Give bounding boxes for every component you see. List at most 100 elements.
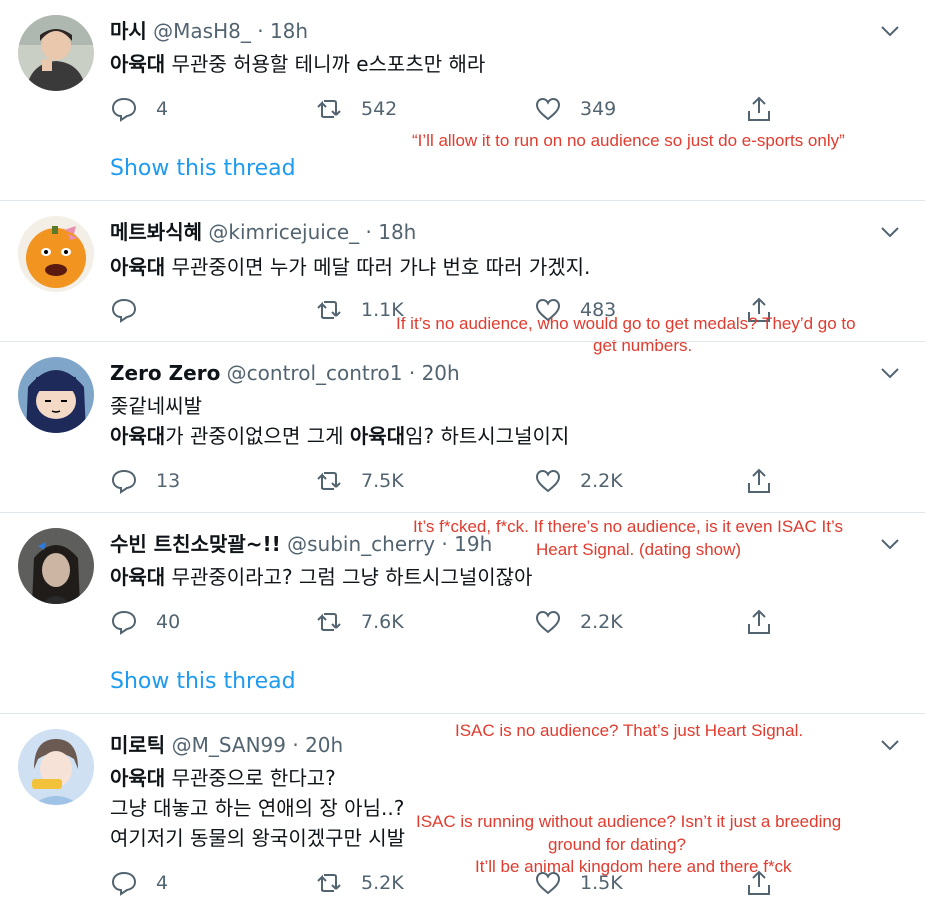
user-handle[interactable]: @kimricejuice_ — [208, 220, 359, 244]
like-button[interactable]: 2.2K — [534, 607, 623, 637]
tweet-3[interactable]: Zero Zero @control_contro1 · 20h 좆같네씨발 아… — [0, 342, 925, 512]
tweet-text-line-2: 그냥 대놓고 하는 연애의 장 아님..? — [110, 796, 405, 820]
chevron-down-icon[interactable] — [879, 533, 901, 555]
tweet-text-line-3: 여기저기 동물의 왕국이겠구만 시발 — [110, 826, 406, 850]
text-rest: 무관중으로 한다고? — [165, 766, 336, 790]
text-bold: 아육대 — [110, 766, 166, 790]
tweet-text-line-1: 아육대 무관중으로 한다고? — [110, 762, 336, 794]
tweet-text: 아육대 무관중이라고? 그럼 그냥 하트시그널이잖아 — [110, 561, 532, 593]
avatar[interactable] — [18, 528, 94, 604]
reply-button[interactable] — [110, 295, 156, 325]
timestamp[interactable]: 18h — [378, 220, 416, 244]
like-count: 2.2K — [580, 470, 623, 492]
retweet-button[interactable]: 1.1K — [315, 295, 404, 325]
translation-note: “I’ll allow it to run on no audience so … — [412, 131, 845, 150]
user-handle[interactable]: @control_contro1 — [227, 361, 403, 385]
translation-note: ISAC is no audience? That’s just Heart S… — [455, 721, 804, 740]
translation-note-line-3: It’ll be animal kingdom here and there f… — [475, 857, 792, 876]
reply-count: 13 — [156, 470, 181, 492]
share-button[interactable] — [745, 94, 773, 124]
chevron-down-icon[interactable] — [879, 20, 901, 42]
retweet-icon — [317, 472, 341, 490]
tweet-actions: 4 542 349 — [110, 94, 790, 124]
avatar[interactable] — [18, 357, 94, 433]
translation-note-line-1: ISAC is running without audience? Isn’t … — [416, 812, 842, 831]
translation-note-line-1: It’s f*cked, f*ck. If there’s no audienc… — [413, 517, 843, 536]
tweet-4[interactable]: 수빈 트친소맞괄~!! @subin_cherry · 19h 아육대 무관중이… — [0, 513, 925, 713]
share-button[interactable] — [745, 607, 773, 637]
tweet-1[interactable]: 마시 @MasH8_ · 18h 아육대 무관중 허용할 테니까 e스포츠만 해… — [0, 0, 925, 200]
avatar[interactable] — [18, 216, 94, 292]
avatar[interactable] — [18, 729, 94, 805]
share-icon — [748, 96, 770, 121]
retweet-count: 542 — [361, 98, 398, 120]
timestamp[interactable]: 20h — [305, 733, 343, 757]
text-end: 임? 하트시그널이지 — [405, 424, 570, 448]
translation-note-line-2: Heart Signal. (dating show) — [536, 540, 742, 559]
retweet-button[interactable]: 7.5K — [315, 466, 404, 496]
tweet-text: 아육대 무관중 허용할 테니까 e스포츠만 해라 — [110, 48, 485, 80]
reply-count: 40 — [156, 611, 181, 633]
avatar[interactable] — [18, 15, 94, 91]
reply-count: 4 — [156, 98, 169, 120]
reply-button[interactable]: 13 — [110, 466, 180, 496]
user-handle[interactable]: @M_SAN99 — [172, 733, 286, 757]
chevron-down-icon[interactable] — [879, 221, 901, 243]
like-button[interactable]: 2.2K — [534, 466, 623, 496]
text-rest: 무관중이라고? 그럼 그냥 하트시그널이잖아 — [165, 565, 533, 589]
like-count: 349 — [580, 98, 617, 120]
reply-button[interactable]: 4 — [110, 94, 168, 124]
retweet-icon — [317, 874, 341, 892]
separator-dot: · — [257, 19, 264, 43]
retweet-button[interactable]: 542 — [315, 94, 397, 124]
timestamp[interactable]: 20h — [422, 361, 460, 385]
timestamp[interactable]: 18h — [270, 19, 308, 43]
reply-count: 4 — [156, 872, 169, 894]
share-button[interactable] — [745, 466, 773, 496]
tweet-header: 메트봐식혜 @kimricejuice_ · 18h — [110, 217, 416, 247]
separator-dot: · — [408, 361, 416, 385]
text-bold: 아육대 — [110, 52, 166, 76]
display-name[interactable]: 마시 — [110, 19, 147, 43]
reply-button[interactable]: 4 — [110, 868, 168, 898]
tweet-2[interactable]: 메트봐식혜 @kimricejuice_ · 18h 아육대 무관중이면 누가 … — [0, 201, 925, 355]
chevron-down-icon[interactable] — [879, 362, 901, 384]
tweet-text-line-1: 좆같네씨발 — [110, 394, 202, 418]
text-bold: 아육대 — [110, 565, 166, 589]
retweet-icon — [317, 100, 341, 118]
like-button[interactable]: 349 — [534, 94, 616, 124]
retweet-count: 7.5K — [361, 470, 404, 492]
display-name[interactable]: Zero Zero — [110, 361, 220, 385]
retweet-icon — [317, 301, 341, 319]
text-bold: 아육대 — [110, 255, 166, 279]
reply-icon — [111, 298, 137, 323]
tweet-actions: 13 7.5K 2.2K — [110, 466, 790, 496]
text-rest: 무관중 허용할 테니까 e스포츠만 해라 — [165, 52, 486, 76]
display-name[interactable]: 메트봐식혜 — [110, 220, 202, 244]
heart-icon — [535, 97, 561, 121]
heart-icon — [535, 610, 561, 634]
tweet-text-line-2: 아육대가 관중이없으면 그게 아육대임? 하트시그널이지 — [110, 420, 569, 452]
reply-icon — [111, 610, 137, 635]
user-handle[interactable]: @MasH8_ — [153, 19, 251, 43]
tweet-header: 마시 @MasH8_ · 18h — [110, 16, 308, 46]
retweet-button[interactable]: 7.6K — [315, 607, 404, 637]
tweet-header: 미로틱 @M_SAN99 · 20h — [110, 730, 343, 760]
display-name[interactable]: 미로틱 — [110, 733, 165, 757]
reply-icon — [111, 97, 137, 122]
reply-icon — [111, 469, 137, 494]
chevron-down-icon[interactable] — [879, 734, 901, 756]
retweet-button[interactable]: 5.2K — [315, 868, 404, 898]
separator-dot: · — [365, 220, 372, 244]
show-thread-link[interactable]: Show this thread — [110, 669, 296, 694]
tweet-actions: 40 7.6K 2.2K — [110, 607, 790, 637]
heart-icon — [535, 469, 561, 493]
reply-button[interactable]: 40 — [110, 607, 180, 637]
display-name[interactable]: 수빈 트친소맞괄~!! — [110, 532, 281, 556]
translation-note-line-2: ground for dating? — [548, 835, 686, 854]
text-bold: 아육대 — [349, 424, 406, 448]
show-thread-link[interactable]: Show this thread — [110, 156, 296, 181]
reply-icon — [111, 871, 137, 896]
text-bold: 아육대 — [110, 424, 166, 448]
translation-note-line-1: If it’s no audience, who would go to get… — [396, 314, 856, 333]
